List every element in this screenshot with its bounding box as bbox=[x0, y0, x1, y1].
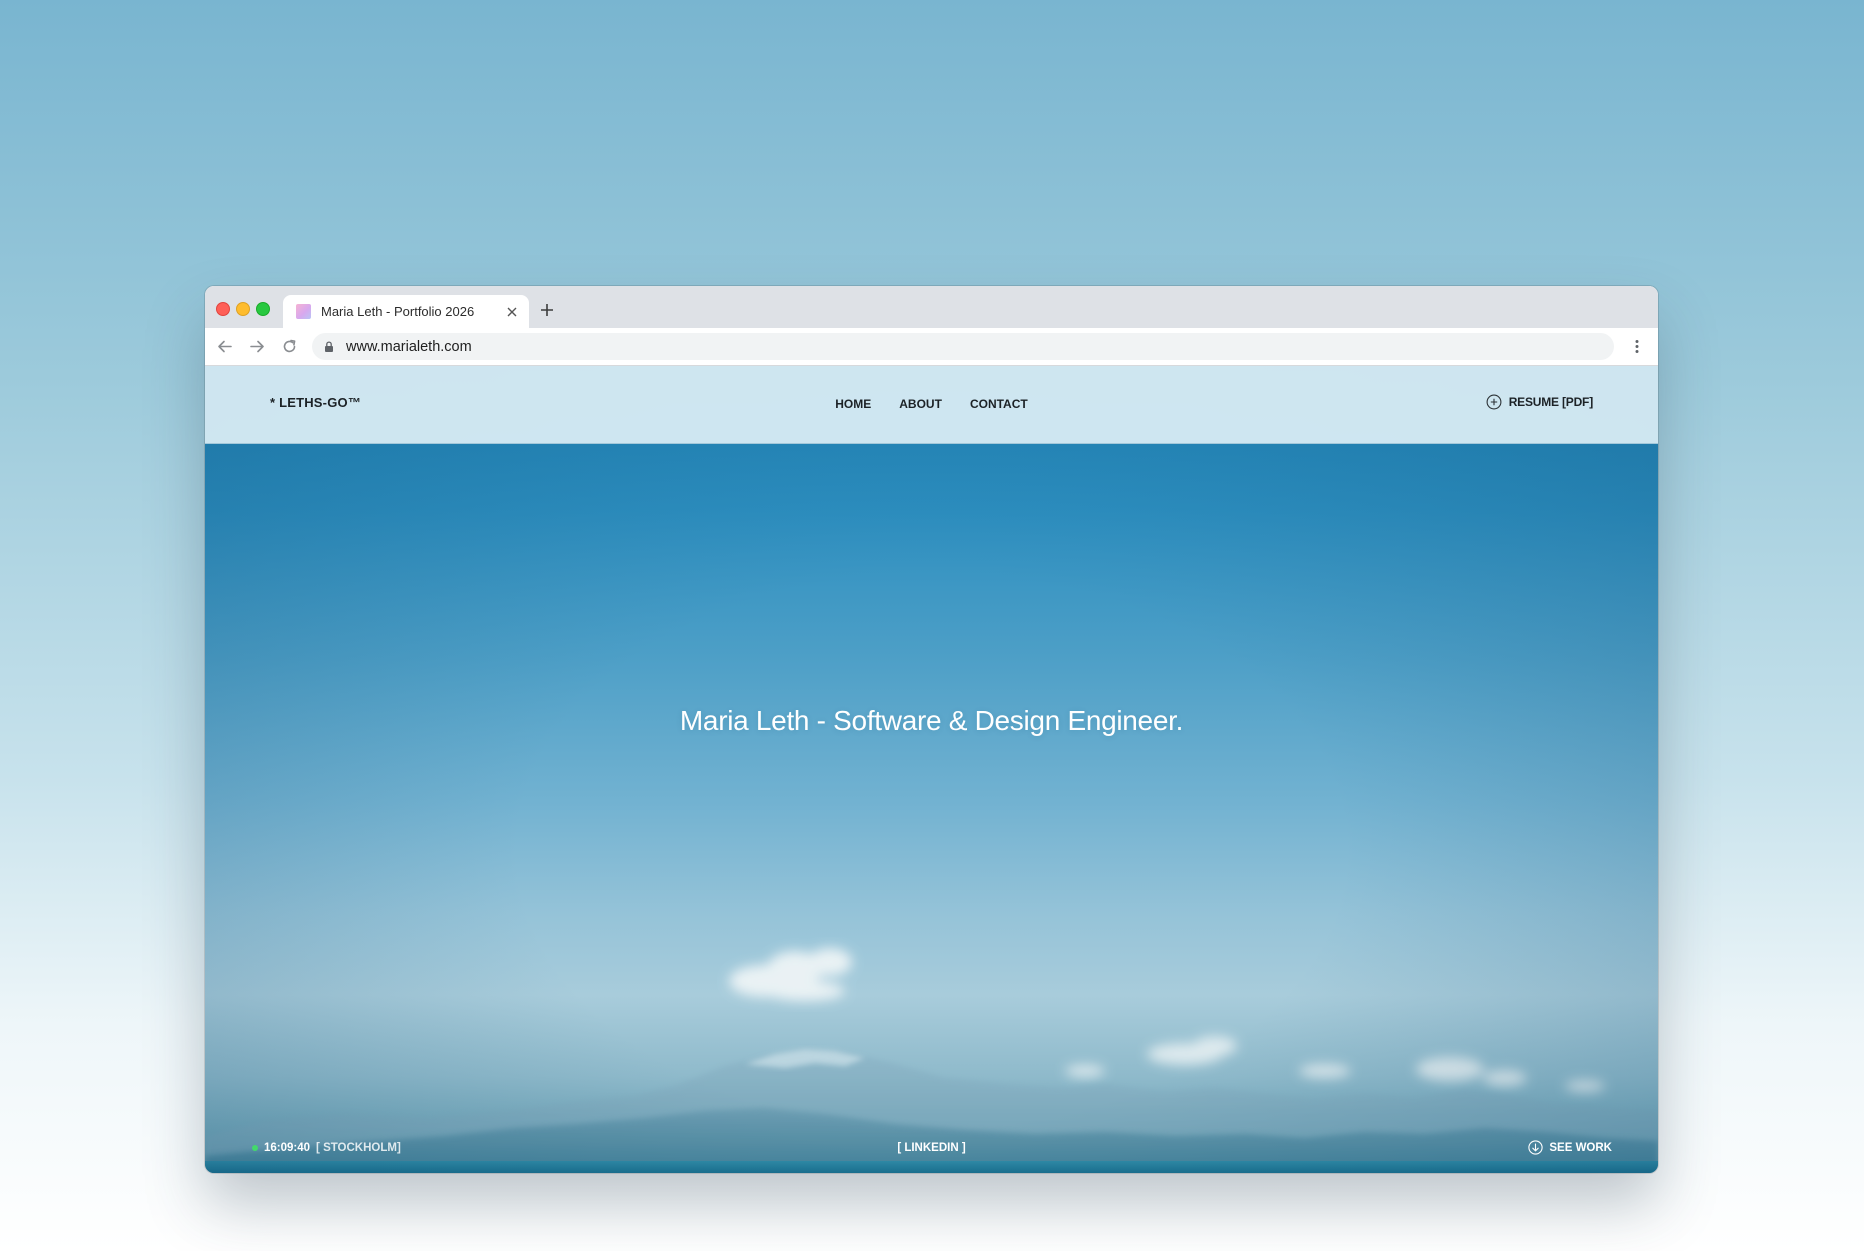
arrow-down-circle-icon bbox=[1528, 1140, 1544, 1155]
browser-tab-active[interactable]: Maria Leth - Portfolio 2026 bbox=[283, 295, 529, 328]
hero-title: Maria Leth - Software & Design Engineer. bbox=[679, 704, 1184, 736]
close-icon[interactable] bbox=[504, 304, 520, 320]
nav-home-link[interactable]: HOME bbox=[835, 397, 871, 411]
linkedin-link[interactable]: [ LINKEDIN ] bbox=[205, 1142, 1658, 1154]
hero-footer-bar: 16:09:40 [ STOCKHOLM] [ LINKEDIN ] SEE W… bbox=[205, 1140, 1658, 1160]
minimize-window-button[interactable] bbox=[236, 302, 250, 316]
main-nav: HOME ABOUT CONTACT bbox=[205, 397, 1658, 411]
plus-circle-icon bbox=[1486, 394, 1502, 410]
browser-toolbar: www.marialeth.com bbox=[205, 328, 1658, 366]
browser-window: Maria Leth - Portfolio 2026 www.marialet… bbox=[205, 286, 1658, 1173]
reload-icon[interactable] bbox=[280, 337, 299, 356]
arrow-right-icon[interactable] bbox=[248, 337, 267, 356]
page-viewport: * LETHS-GO™ HOME ABOUT CONTACT RESUME [P… bbox=[205, 366, 1658, 1173]
nav-contact-link[interactable]: CONTACT bbox=[970, 397, 1028, 411]
tab-strip: Maria Leth - Portfolio 2026 bbox=[205, 286, 1658, 328]
site-header: * LETHS-GO™ HOME ABOUT CONTACT RESUME [P… bbox=[205, 366, 1658, 444]
see-work-label: SEE WORK bbox=[1549, 1141, 1612, 1154]
more-vert-icon[interactable] bbox=[1628, 337, 1646, 356]
address-bar[interactable]: www.marialeth.com bbox=[312, 333, 1614, 360]
maximize-window-button[interactable] bbox=[256, 302, 270, 316]
arrow-left-icon[interactable] bbox=[215, 337, 234, 356]
tab-title: Maria Leth - Portfolio 2026 bbox=[321, 304, 475, 319]
plus-icon[interactable] bbox=[535, 298, 559, 322]
lock-icon bbox=[323, 340, 335, 353]
close-window-button[interactable] bbox=[216, 302, 230, 316]
resume-label: RESUME [PDF] bbox=[1508, 395, 1593, 409]
see-work-button[interactable]: SEE WORK bbox=[1528, 1140, 1612, 1155]
url-text[interactable]: www.marialeth.com bbox=[346, 339, 472, 355]
nav-about-link[interactable]: ABOUT bbox=[899, 397, 942, 411]
hero-vignette bbox=[205, 366, 1658, 1173]
resume-pdf-link[interactable]: RESUME [PDF] bbox=[1486, 394, 1593, 410]
favicon-icon bbox=[296, 304, 311, 319]
